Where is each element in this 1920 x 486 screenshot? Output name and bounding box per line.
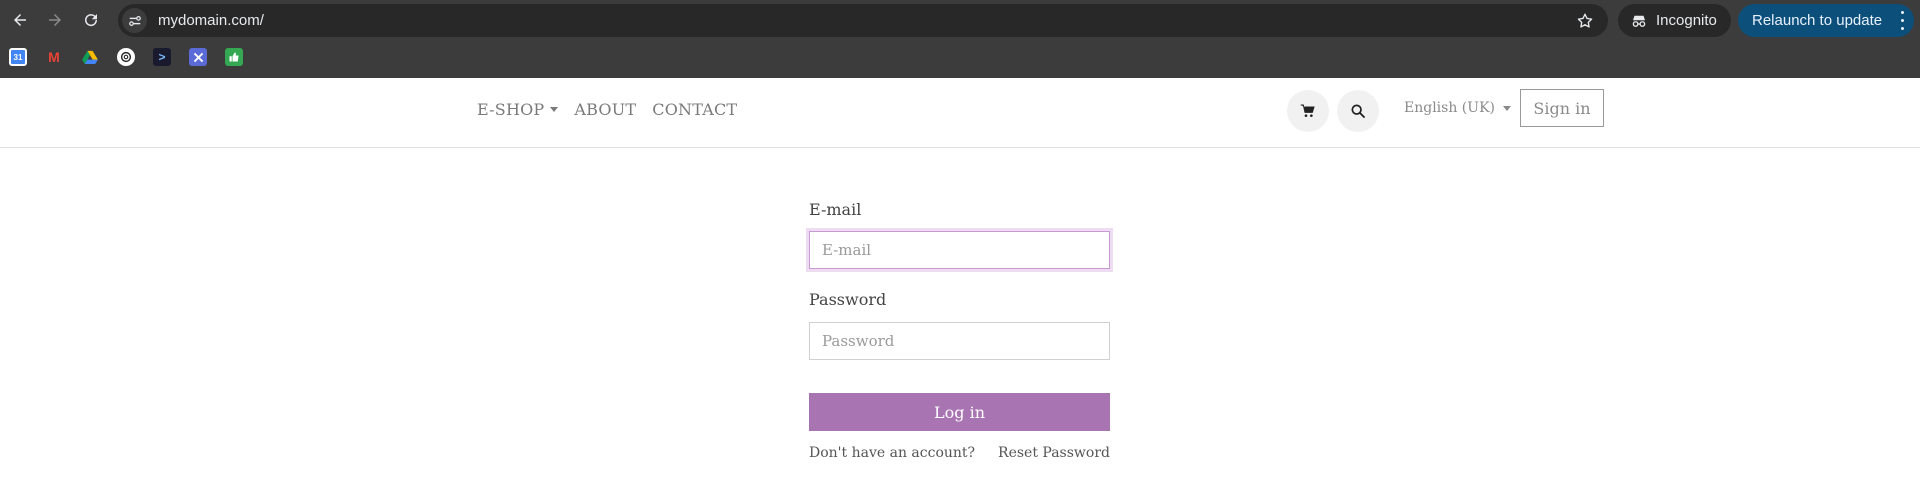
forward-button[interactable] xyxy=(41,6,69,34)
reset-password-link[interactable]: Reset Password xyxy=(998,445,1110,461)
cart-icon xyxy=(1300,104,1315,117)
search-icon xyxy=(1351,104,1365,118)
language-selector[interactable]: English (UK) xyxy=(1404,100,1511,116)
caret-down-icon xyxy=(1503,105,1511,111)
star-icon xyxy=(1577,13,1593,28)
terminal-icon[interactable]: > xyxy=(153,48,171,66)
forward-arrow-icon xyxy=(49,14,61,26)
cart-button[interactable] xyxy=(1287,90,1329,132)
menu-item-contact[interactable]: CONTACT xyxy=(652,100,737,119)
gmail-icon[interactable]: M xyxy=(45,48,63,66)
bookmarks-bar: 31 M > xyxy=(0,44,1920,70)
main-menu: E-SHOP ABOUT CONTACT xyxy=(477,100,737,119)
search-button[interactable] xyxy=(1337,90,1379,132)
email-field[interactable] xyxy=(809,231,1110,269)
tune-icon xyxy=(128,15,141,26)
email-label: E-mail xyxy=(809,200,862,219)
web-page: E-SHOP ABOUT CONTACT English (UK) Sign i… xyxy=(0,78,1920,486)
signin-button[interactable]: Sign in xyxy=(1520,89,1604,127)
back-arrow-icon xyxy=(14,14,26,26)
bookmark-star-button[interactable] xyxy=(1574,10,1596,32)
password-label: Password xyxy=(809,290,887,309)
site-info-button[interactable] xyxy=(122,8,147,33)
menu-item-eshop[interactable]: E-SHOP xyxy=(477,100,559,119)
incognito-indicator[interactable]: Incognito xyxy=(1618,4,1731,37)
more-vert-icon[interactable] xyxy=(1900,11,1904,30)
tools-icon[interactable] xyxy=(189,48,207,66)
signup-link[interactable]: Don't have an account? xyxy=(809,445,975,461)
relaunch-update-button[interactable]: Relaunch to update xyxy=(1738,4,1914,37)
login-button[interactable]: Log in xyxy=(809,393,1110,431)
reload-button[interactable] xyxy=(77,6,105,34)
reload-icon xyxy=(85,14,98,27)
password-field[interactable] xyxy=(809,322,1110,360)
url-text: mydomain.com/ xyxy=(158,12,264,29)
relaunch-label: Relaunch to update xyxy=(1752,12,1883,29)
browser-toolbar: mydomain.com/ Incognito Relaunch to upda… xyxy=(0,0,1920,40)
drive-icon[interactable] xyxy=(81,48,99,66)
site-header: E-SHOP ABOUT CONTACT English (UK) Sign i… xyxy=(0,78,1920,148)
incognito-label: Incognito xyxy=(1656,12,1717,29)
address-bar[interactable]: mydomain.com/ xyxy=(118,4,1608,37)
calendar-icon[interactable]: 31 xyxy=(9,48,27,66)
incognito-icon xyxy=(1632,15,1646,27)
back-button[interactable] xyxy=(6,6,34,34)
menu-item-about[interactable]: ABOUT xyxy=(574,100,636,119)
caret-down-icon xyxy=(550,107,559,112)
language-label: English (UK) xyxy=(1404,100,1495,116)
browser-chrome: mydomain.com/ Incognito Relaunch to upda… xyxy=(0,0,1920,78)
thumbs-up-icon[interactable] xyxy=(225,48,243,66)
openai-icon[interactable] xyxy=(117,48,135,66)
